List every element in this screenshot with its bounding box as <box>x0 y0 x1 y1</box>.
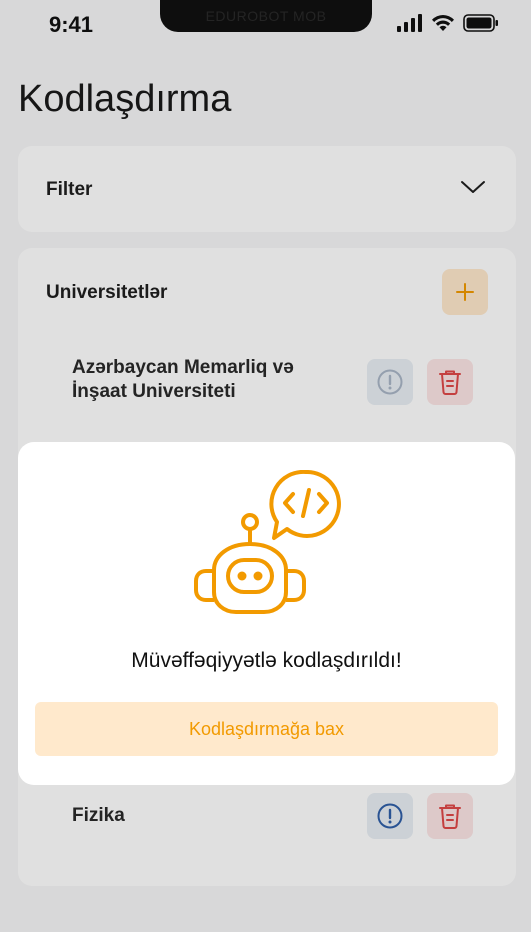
robot-code-icon <box>194 470 341 614</box>
success-message: Müvəffəqiyyətlə kodlaşdırıldı! <box>131 649 402 672</box>
view-coding-button[interactable]: Kodlaşdırmağa bax <box>35 702 498 756</box>
success-modal: Müvəffəqiyyətlə kodlaşdırıldı! Kodlaşdır… <box>18 442 515 785</box>
